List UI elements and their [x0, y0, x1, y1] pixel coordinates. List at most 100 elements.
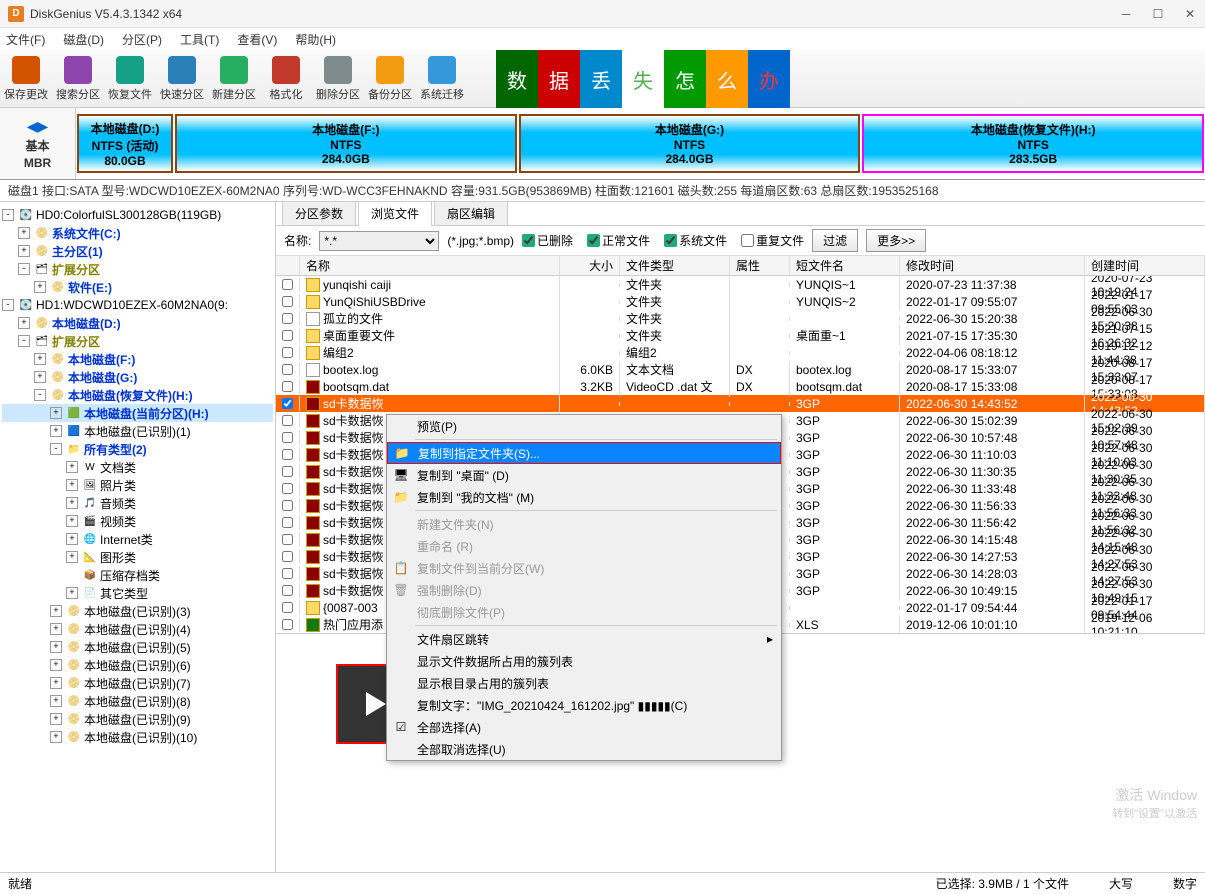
- tree-toggle-icon[interactable]: -: [50, 443, 62, 455]
- row-checkbox[interactable]: [282, 279, 293, 290]
- tab[interactable]: 分区参数: [282, 202, 356, 225]
- tree-toggle-icon[interactable]: +: [18, 227, 30, 239]
- row-checkbox[interactable]: [282, 551, 293, 562]
- table-row[interactable]: bootex.log6.0KB文本文档DXbootex.log2020-08-1…: [276, 361, 1205, 378]
- tree-node[interactable]: +W文档类: [2, 458, 273, 476]
- column-header[interactable]: 修改时间: [900, 256, 1085, 275]
- toolbar-button[interactable]: 系统迁移: [416, 56, 468, 102]
- context-menu-item[interactable]: 显示文件数据所占用的簇列表: [387, 650, 781, 672]
- tree-toggle-icon[interactable]: +: [50, 695, 62, 707]
- tree-toggle-icon[interactable]: +: [66, 587, 78, 599]
- partition-box[interactable]: 本地磁盘(F:)NTFS284.0GB: [175, 114, 517, 173]
- tree-toggle-icon[interactable]: +: [50, 731, 62, 743]
- filter-checkbox[interactable]: 已删除: [522, 232, 573, 249]
- tree-node[interactable]: 📦压缩存档类: [2, 566, 273, 584]
- tree-toggle-icon[interactable]: +: [18, 245, 30, 257]
- context-menu-item[interactable]: 文件扇区跳转▸: [387, 628, 781, 650]
- tree-toggle-icon[interactable]: +: [50, 407, 62, 419]
- tab[interactable]: 浏览文件: [358, 202, 432, 226]
- context-menu-item[interactable]: 🖥复制到 "桌面" (D): [387, 464, 781, 486]
- tree-toggle-icon[interactable]: +: [50, 425, 62, 437]
- tree-node[interactable]: -📁所有类型(2): [2, 440, 273, 458]
- context-menu-item[interactable]: 全部取消选择(U): [387, 738, 781, 760]
- row-checkbox[interactable]: [282, 500, 293, 511]
- toolbar-button[interactable]: 恢复文件: [104, 56, 156, 102]
- tree-toggle-icon[interactable]: +: [50, 677, 62, 689]
- tree-toggle-icon[interactable]: +: [66, 479, 78, 491]
- close-icon[interactable]: ✕: [1183, 7, 1197, 21]
- partition-box[interactable]: 本地磁盘(D:)NTFS (活动)80.0GB: [77, 114, 173, 173]
- context-menu-item[interactable]: ☑全部选择(A): [387, 716, 781, 738]
- row-checkbox[interactable]: [282, 534, 293, 545]
- tree-toggle-icon[interactable]: +: [66, 551, 78, 563]
- tree-toggle-icon[interactable]: +: [66, 533, 78, 545]
- row-checkbox[interactable]: [282, 330, 293, 341]
- tree-node[interactable]: +📀本地磁盘(D:): [2, 314, 273, 332]
- more-button[interactable]: 更多>>: [866, 229, 926, 252]
- toolbar-button[interactable]: 删除分区: [312, 56, 364, 102]
- row-checkbox[interactable]: [282, 432, 293, 443]
- tree-node[interactable]: +📀本地磁盘(已识别)(8): [2, 692, 273, 710]
- row-checkbox[interactable]: [282, 364, 293, 375]
- filter-button[interactable]: 过滤: [812, 229, 858, 252]
- toolbar-button[interactable]: 新建分区: [208, 56, 260, 102]
- device-tree[interactable]: -💽HD0:ColorfulSL300128GB(119GB)+📀系统文件(C:…: [0, 202, 276, 872]
- row-checkbox[interactable]: [282, 517, 293, 528]
- tree-node[interactable]: +📀本地磁盘(已识别)(3): [2, 602, 273, 620]
- tree-toggle-icon[interactable]: -: [34, 389, 46, 401]
- tree-toggle-icon[interactable]: +: [50, 623, 62, 635]
- row-checkbox[interactable]: [282, 415, 293, 426]
- tree-node[interactable]: +📀本地磁盘(F:): [2, 350, 273, 368]
- tree-node[interactable]: +🟦本地磁盘(已识别)(1): [2, 422, 273, 440]
- tree-node[interactable]: +📐图形类: [2, 548, 273, 566]
- menu-item[interactable]: 文件(F): [6, 31, 45, 48]
- tree-node[interactable]: -💽HD0:ColorfulSL300128GB(119GB): [2, 206, 273, 224]
- row-checkbox[interactable]: [282, 449, 293, 460]
- partition-box[interactable]: 本地磁盘(G:)NTFS284.0GB: [519, 114, 861, 173]
- context-menu-item[interactable]: 📁复制到 "我的文档" (M): [387, 486, 781, 508]
- column-header[interactable]: 属性: [730, 256, 790, 275]
- context-menu-item[interactable]: 显示根目录占用的簇列表: [387, 672, 781, 694]
- tree-node[interactable]: +📀本地磁盘(已识别)(9): [2, 710, 273, 728]
- tree-node[interactable]: -🗂扩展分区: [2, 260, 273, 278]
- toolbar-button[interactable]: 格式化: [260, 56, 312, 102]
- context-menu[interactable]: 预览(P) 📁复制到指定文件夹(S)...🖥复制到 "桌面" (D)📁复制到 "我…: [386, 414, 782, 761]
- tree-toggle-icon[interactable]: +: [50, 713, 62, 725]
- row-checkbox[interactable]: [282, 483, 293, 494]
- context-menu-item[interactable]: 预览(P): [387, 415, 781, 437]
- column-header[interactable]: 创建时间: [1085, 256, 1205, 275]
- tree-toggle-icon[interactable]: +: [66, 461, 78, 473]
- tree-node[interactable]: +📀本地磁盘(已识别)(6): [2, 656, 273, 674]
- menu-item[interactable]: 工具(T): [180, 31, 219, 48]
- minimize-icon[interactable]: ─: [1119, 7, 1133, 21]
- tree-node[interactable]: +🎵音频类: [2, 494, 273, 512]
- menu-item[interactable]: 帮助(H): [295, 31, 336, 48]
- context-menu-item[interactable]: 📁复制到指定文件夹(S)...: [387, 442, 781, 464]
- table-row[interactable]: yunqishi caiji文件夹YUNQIS~12020-07-23 11:3…: [276, 276, 1205, 293]
- tree-toggle-icon[interactable]: -: [18, 263, 30, 275]
- tree-node[interactable]: +🖼照片类: [2, 476, 273, 494]
- row-checkbox[interactable]: [282, 381, 293, 392]
- maximize-icon[interactable]: ☐: [1151, 7, 1165, 21]
- tree-node[interactable]: +🟩本地磁盘(当前分区)(H:): [2, 404, 273, 422]
- tree-node[interactable]: -🗂扩展分区: [2, 332, 273, 350]
- row-checkbox[interactable]: [282, 585, 293, 596]
- tree-toggle-icon[interactable]: +: [50, 605, 62, 617]
- tree-toggle-icon[interactable]: -: [2, 299, 14, 311]
- toolbar-button[interactable]: 快速分区: [156, 56, 208, 102]
- file-header[interactable]: 名称大小文件类型属性短文件名修改时间创建时间: [276, 256, 1205, 276]
- name-filter-select[interactable]: *.*: [319, 231, 439, 251]
- tree-node[interactable]: +📀本地磁盘(已识别)(5): [2, 638, 273, 656]
- row-checkbox[interactable]: [282, 398, 293, 409]
- tree-node[interactable]: +📀本地磁盘(已识别)(10): [2, 728, 273, 746]
- tree-toggle-icon[interactable]: +: [66, 515, 78, 527]
- tree-node[interactable]: +📀软件(E:): [2, 278, 273, 296]
- filter-checkbox[interactable]: 重复文件: [741, 232, 804, 249]
- toolbar-button[interactable]: 搜索分区: [52, 56, 104, 102]
- filter-checkbox[interactable]: 正常文件: [587, 232, 650, 249]
- row-checkbox[interactable]: [282, 466, 293, 477]
- tree-node[interactable]: +📀系统文件(C:): [2, 224, 273, 242]
- tree-node[interactable]: +📀本地磁盘(已识别)(7): [2, 674, 273, 692]
- tree-toggle-icon[interactable]: +: [34, 353, 46, 365]
- row-checkbox[interactable]: [282, 602, 293, 613]
